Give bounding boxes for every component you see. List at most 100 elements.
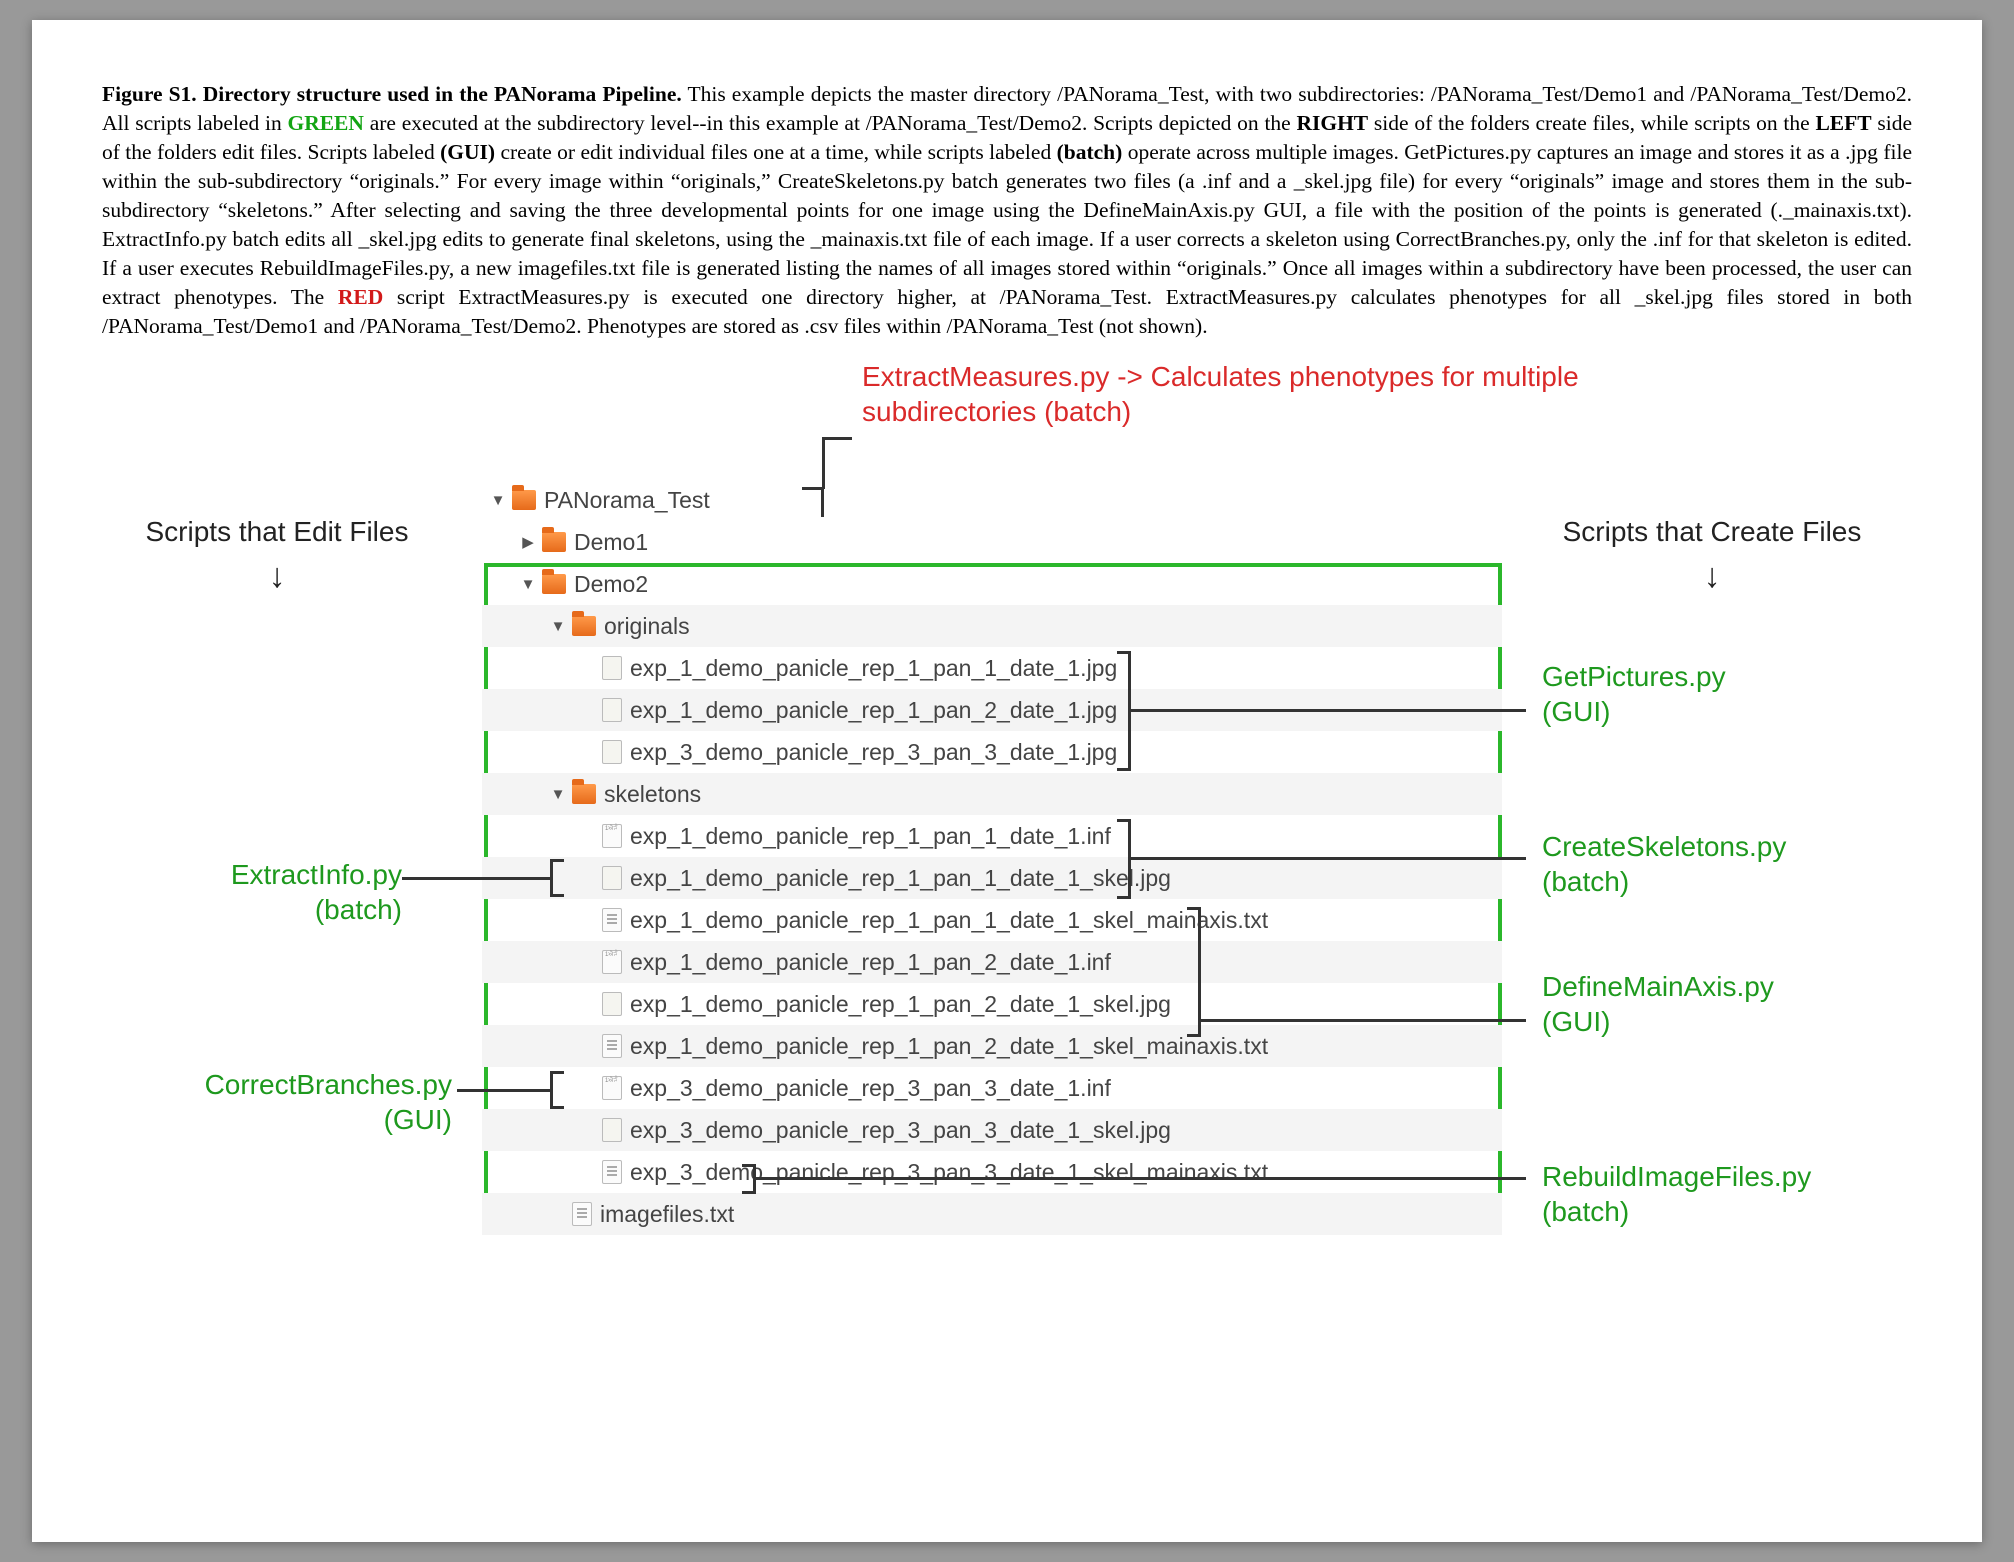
tree-row-file[interactable]: exp_3_demo_panicle_rep_3_pan_3_date_1_sk… xyxy=(482,1109,1502,1151)
jpg-file-icon xyxy=(602,866,622,890)
extractinfo-l1: ExtractInfo.py xyxy=(231,859,402,890)
extractinfo-l2: (batch) xyxy=(315,894,402,925)
tree-row-file[interactable]: exp_3_demo_panicle_rep_3_pan_3_date_1.jp… xyxy=(482,731,1502,773)
correctbranches-l2: (GUI) xyxy=(384,1104,452,1135)
correctbranches-annotation: CorrectBranches.py (GUI) xyxy=(142,1067,452,1137)
inf-file-icon xyxy=(602,1076,622,1100)
tree-row-skeletons[interactable]: skeletons xyxy=(482,773,1502,815)
correctbranches-l1: CorrectBranches.py xyxy=(205,1069,452,1100)
jpg-file-icon xyxy=(602,740,622,764)
file-label: imagefiles.txt xyxy=(600,1201,734,1228)
folder-icon xyxy=(572,784,596,804)
correctbranches-connector xyxy=(457,1089,550,1092)
folder-icon xyxy=(512,490,536,510)
document-page: Figure S1. Directory structure used in t… xyxy=(32,20,1982,1542)
disclosure-triangle-icon[interactable] xyxy=(488,492,508,509)
extractinfo-annotation: ExtractInfo.py (batch) xyxy=(192,857,402,927)
tree-row-file[interactable]: exp_1_demo_panicle_rep_1_pan_1_date_1.jp… xyxy=(482,647,1502,689)
folder-label: originals xyxy=(604,613,690,640)
extract-measures-annotation: ExtractMeasures.py -> Calculates phenoty… xyxy=(862,359,1702,429)
file-label: exp_1_demo_panicle_rep_1_pan_2_date_1_sk… xyxy=(630,1033,1268,1060)
figure-caption: Figure S1. Directory structure used in t… xyxy=(102,80,1912,341)
tree-row-file[interactable]: exp_1_demo_panicle_rep_1_pan_1_date_1_sk… xyxy=(482,857,1502,899)
tree-row-demo1[interactable]: Demo1 xyxy=(482,521,1502,563)
folder-label: PANorama_Test xyxy=(544,487,710,514)
rebuild-annotation: RebuildImageFiles.py (batch) xyxy=(1542,1159,1811,1229)
tree-row-file[interactable]: exp_1_demo_panicle_rep_1_pan_1_date_1_sk… xyxy=(482,899,1502,941)
caption-text-6: operate across multiple images. GetPictu… xyxy=(102,140,1912,309)
tree-row-originals[interactable]: originals xyxy=(482,605,1502,647)
file-label: exp_1_demo_panicle_rep_1_pan_1_date_1_sk… xyxy=(630,907,1268,934)
file-label: exp_1_demo_panicle_rep_1_pan_2_date_1.jp… xyxy=(630,697,1117,724)
rebuild-l1: RebuildImageFiles.py xyxy=(1542,1161,1811,1192)
extract-measures-text: ExtractMeasures.py -> Calculates phenoty… xyxy=(862,361,1579,427)
getpictures-annotation: GetPictures.py (GUI) xyxy=(1542,659,1726,729)
tree-row-file[interactable]: exp_3_demo_panicle_rep_3_pan_3_date_1_sk… xyxy=(482,1151,1502,1193)
folder-label: Demo1 xyxy=(574,529,648,556)
rebuild-l2: (batch) xyxy=(1542,1196,1629,1227)
diagram-area: ExtractMeasures.py -> Calculates phenoty… xyxy=(102,359,1912,1439)
file-label: exp_3_demo_panicle_rep_3_pan_3_date_1.jp… xyxy=(630,739,1117,766)
createskeletons-bracket xyxy=(1117,819,1131,899)
file-label: exp_1_demo_panicle_rep_1_pan_2_date_1_sk… xyxy=(630,991,1171,1018)
createskeletons-l1: CreateSkeletons.py xyxy=(1542,831,1786,862)
caption-text-3: side of the folders create files, while … xyxy=(1368,111,1815,135)
jpg-file-icon xyxy=(602,698,622,722)
extractinfo-bracket xyxy=(550,859,564,897)
right-word: RIGHT xyxy=(1296,111,1368,135)
extractinfo-connector xyxy=(402,877,550,880)
disclosure-triangle-icon[interactable] xyxy=(518,533,538,551)
scripts-create-text: Scripts that Create Files xyxy=(1563,516,1862,547)
txt-file-icon xyxy=(602,1034,622,1058)
createskeletons-annotation: CreateSkeletons.py (batch) xyxy=(1542,829,1786,899)
disclosure-triangle-icon[interactable] xyxy=(548,786,568,803)
disclosure-triangle-icon[interactable] xyxy=(518,576,538,593)
caption-text-5: create or edit individual files one at a… xyxy=(495,140,1057,164)
jpg-file-icon xyxy=(602,1118,622,1142)
inf-file-icon xyxy=(602,950,622,974)
scripts-create-heading: Scripts that Create Files ↓ xyxy=(1532,514,1892,598)
green-word: GREEN xyxy=(287,111,363,135)
folder-icon xyxy=(572,616,596,636)
file-label: exp_1_demo_panicle_rep_1_pan_1_date_1_sk… xyxy=(630,865,1171,892)
rebuild-bracket xyxy=(742,1164,756,1194)
tree-row-imagefiles[interactable]: imagefiles.txt xyxy=(482,1193,1502,1235)
folder-icon xyxy=(542,574,566,594)
jpg-file-icon xyxy=(602,992,622,1016)
tree-row-file[interactable]: exp_3_demo_panicle_rep_3_pan_3_date_1.in… xyxy=(482,1067,1502,1109)
jpg-file-icon xyxy=(602,656,622,680)
definemainaxis-l1: DefineMainAxis.py xyxy=(1542,971,1774,1002)
scripts-edit-text: Scripts that Edit Files xyxy=(146,516,409,547)
folder-label: Demo2 xyxy=(574,571,648,598)
file-label: exp_1_demo_panicle_rep_1_pan_1_date_1.in… xyxy=(630,823,1111,850)
left-word: LEFT xyxy=(1815,111,1871,135)
tree-row-file[interactable]: exp_1_demo_panicle_rep_1_pan_2_date_1_sk… xyxy=(482,1025,1502,1067)
batch-word: (batch) xyxy=(1057,140,1123,164)
getpictures-bracket xyxy=(1117,651,1131,771)
file-label: exp_3_demo_panicle_rep_3_pan_3_date_1.in… xyxy=(630,1075,1111,1102)
getpictures-connector xyxy=(1131,709,1526,712)
figure-label: Figure S1. Directory structure used in t… xyxy=(102,82,682,106)
definemainaxis-connector xyxy=(1201,1019,1526,1022)
definemainaxis-bracket xyxy=(1187,907,1201,1037)
disclosure-triangle-icon[interactable] xyxy=(548,618,568,635)
getpictures-l2: (GUI) xyxy=(1542,696,1610,727)
gui-word: (GUI) xyxy=(440,140,495,164)
rebuild-connector xyxy=(756,1177,1526,1180)
correctbranches-bracket xyxy=(550,1071,564,1109)
tree-row-demo2[interactable]: Demo2 xyxy=(482,563,1502,605)
folder-icon xyxy=(542,532,566,552)
txt-file-icon xyxy=(602,908,622,932)
tree-row-root[interactable]: PANorama_Test xyxy=(482,479,1502,521)
arrow-down-icon: ↓ xyxy=(112,555,442,598)
arrow-down-icon: ↓ xyxy=(1532,555,1892,598)
tree-row-file[interactable]: exp_1_demo_panicle_rep_1_pan_2_date_1.in… xyxy=(482,941,1502,983)
inf-file-icon xyxy=(602,824,622,848)
scripts-edit-heading: Scripts that Edit Files ↓ xyxy=(112,514,442,598)
file-label: exp_1_demo_panicle_rep_1_pan_2_date_1.in… xyxy=(630,949,1111,976)
definemainaxis-annotation: DefineMainAxis.py (GUI) xyxy=(1542,969,1774,1039)
folder-label: skeletons xyxy=(604,781,701,808)
tree-row-file[interactable]: exp_1_demo_panicle_rep_1_pan_1_date_1.in… xyxy=(482,815,1502,857)
getpictures-l1: GetPictures.py xyxy=(1542,661,1726,692)
definemainaxis-l2: (GUI) xyxy=(1542,1006,1610,1037)
